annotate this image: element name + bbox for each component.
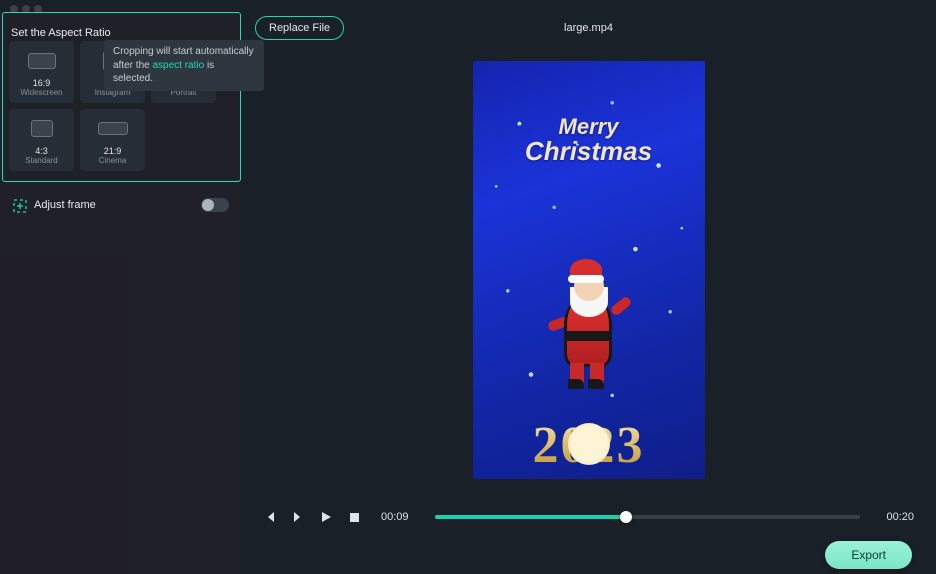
player-controls: 00:09 00:20 [241,499,936,537]
ratio-shape-icon [98,116,128,142]
stop-button[interactable] [347,510,361,524]
ratio-card-16-9[interactable]: 16:9Widescreen [9,41,74,103]
next-button[interactable] [291,510,305,524]
window-titlebar [0,0,936,12]
sidebar: Set the Aspect Ratio 16:9Widescreen1:1In… [0,12,241,574]
aspect-ratio-panel: Set the Aspect Ratio 16:9Widescreen1:1In… [2,12,241,182]
topbar: Replace File large.mp4 [241,12,936,41]
adjust-frame-label: Adjust frame [34,199,96,211]
ratio-sub: Cinema [99,156,127,165]
content-area: Replace File large.mp4 Merry Christmas [241,12,936,574]
adjust-frame-icon [12,198,26,212]
ratio-shape-icon [31,116,53,142]
ratio-sub: Standard [25,156,57,165]
adjust-frame-row: Adjust frame [0,182,241,212]
ratio-card-4-3[interactable]: 4:3Standard [9,109,74,171]
ratio-card-21-9[interactable]: 21:9Cinema [80,109,145,171]
video-preview[interactable]: Merry Christmas 2023 [473,61,705,479]
aspect-heading: Set the Aspect Ratio [3,13,111,39]
preview-area: Merry Christmas 2023 [241,41,936,499]
export-button[interactable]: Export [825,541,912,569]
footer: Export [241,536,936,574]
prev-button[interactable] [263,510,277,524]
ratio-shape-icon [28,48,56,74]
video-text: Merry Christmas [473,116,705,164]
santa-figure [544,239,634,389]
duration: 00:20 [886,511,914,523]
adjust-frame-toggle[interactable] [201,198,229,212]
ratio-name: 21:9 [104,146,122,156]
current-time: 00:09 [381,511,409,523]
play-button[interactable] [319,510,333,524]
ratio-name: 16:9 [33,78,51,88]
ratio-name: 4:3 [35,146,48,156]
file-title: large.mp4 [564,22,613,34]
seek-thumb[interactable] [620,511,632,523]
ratio-sub: Widescreen [20,88,62,97]
aspect-tooltip: Cropping will start automatically after … [104,40,264,91]
replace-file-button[interactable]: Replace File [255,16,344,40]
seek-track[interactable] [435,515,861,519]
